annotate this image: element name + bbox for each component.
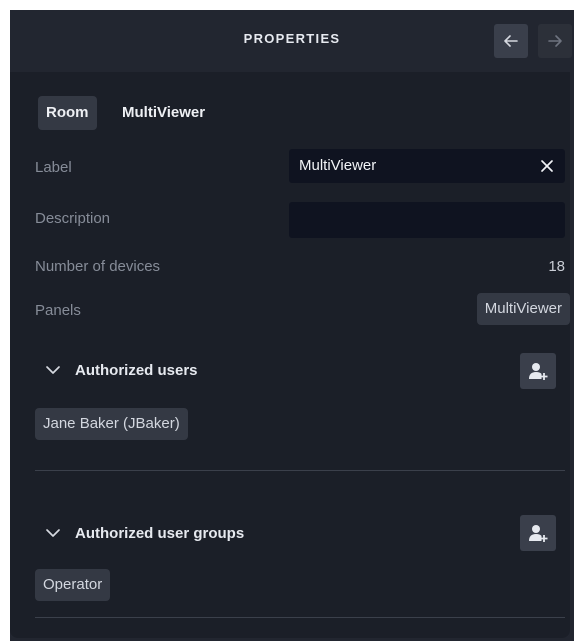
arrow-right-icon — [548, 35, 562, 47]
header-title: PROPERTIES — [243, 31, 341, 46]
add-authorized-group-button[interactable] — [520, 515, 556, 551]
add-authorized-user-button[interactable] — [520, 353, 556, 389]
authorized-group-chip[interactable]: Operator — [35, 569, 111, 601]
description-property-label: Description — [35, 210, 111, 227]
object-type-badge: Room — [38, 96, 97, 130]
panel-chip[interactable]: MultiViewer — [476, 293, 570, 325]
chevron-down-icon — [46, 366, 60, 374]
chevron-down-icon — [46, 529, 60, 537]
description-input[interactable] — [289, 202, 565, 238]
forward-button[interactable] — [538, 24, 572, 58]
object-name: MultiViewer — [122, 104, 206, 121]
add-user-icon — [529, 525, 548, 542]
arrow-left-icon — [504, 35, 518, 47]
authorized-groups-title: Authorized user groups — [75, 524, 245, 542]
authorized-groups-toggle[interactable]: Authorized user groups — [45, 518, 244, 548]
authorized-user-chip[interactable]: Jane Baker (JBaker) — [35, 408, 188, 440]
authorized-groups-divider — [35, 617, 565, 618]
authorized-users-divider — [35, 470, 565, 471]
clear-icon[interactable] — [539, 158, 555, 174]
device-count-value: 18 — [548, 258, 565, 275]
add-user-icon — [529, 363, 548, 380]
authorized-users-title: Authorized users — [75, 361, 198, 379]
properties-window: PROPERTIES Room MultiViewer Label MultiV… — [10, 10, 574, 641]
label-input[interactable]: MultiViewer — [289, 149, 565, 183]
label-property-label: Label — [35, 159, 72, 176]
properties-header: PROPERTIES — [10, 10, 574, 72]
label-input-value: MultiViewer — [299, 157, 377, 174]
panels-label: Panels — [35, 302, 81, 319]
properties-panel: Room MultiViewer Label MultiViewer Descr… — [10, 72, 570, 638]
authorized-users-toggle[interactable]: Authorized users — [45, 355, 198, 385]
back-button[interactable] — [494, 24, 528, 58]
device-count-label: Number of devices — [35, 258, 161, 275]
